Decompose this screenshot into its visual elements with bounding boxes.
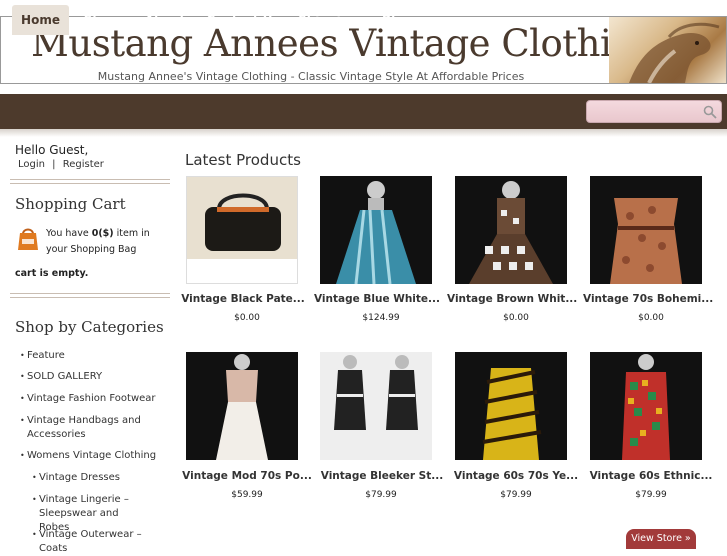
product-image[interactable] [186,352,298,460]
shopping-cart-heading: Shopping Cart [15,195,126,213]
latest-products-heading: Latest Products [185,151,301,169]
site-tagline: Mustang Annee's Vintage Clothing - Class… [97,70,525,83]
bullet-icon: • [32,495,37,504]
nav-shadow [0,129,727,137]
nav-shipping[interactable]: Shipping [293,5,363,35]
product-name[interactable]: Vintage Black Pate... [178,293,308,305]
cart-status: cart is empty. [15,268,89,279]
category-item[interactable]: • SOLD GALLERY [20,370,167,384]
category-item[interactable]: • Vintage Fashion Footwear [20,392,167,406]
divider [10,293,170,298]
cart-summary: You have 0($) item in your Shopping Bag [46,226,171,258]
bullet-icon: • [20,351,25,360]
nav-store[interactable]: Store [76,5,128,35]
product-price: $79.99 [635,490,667,500]
search-icon[interactable] [703,105,717,119]
product-price: $59.99 [231,490,263,500]
shopping-bag-icon[interactable] [17,225,39,251]
product-image[interactable] [186,176,298,284]
product-name[interactable]: Vintage 60s 70s Ye... [451,470,581,482]
product-image[interactable] [320,176,432,284]
nav-blog[interactable]: Blog [372,5,422,35]
product-price: $79.99 [365,490,397,500]
product-image[interactable] [590,176,702,284]
bullet-icon: • [20,416,25,425]
auth-links: Login | Register [18,159,104,170]
nav-contact-us[interactable]: Contact Us [202,5,284,35]
search-box[interactable] [586,100,722,123]
product-image[interactable] [455,352,567,460]
cart-count: 0($) [91,228,114,239]
subcategory-item[interactable]: • Vintage Dresses [32,471,169,485]
search-input[interactable] [591,103,705,122]
nav-home[interactable]: Home [12,5,69,35]
auth-separator: | [52,159,56,170]
product-price: $124.99 [362,313,400,323]
greeting: Hello Guest, [15,143,89,157]
product-price: $0.00 [503,313,529,323]
product-name[interactable]: Vintage 60s Ethnic... [586,470,716,482]
cart-text-prefix: You have [46,228,92,239]
product-name[interactable]: Vintage Brown Whit... [447,293,577,305]
bullet-icon: • [20,394,25,403]
bullet-icon: • [32,473,37,482]
subcategory-item[interactable]: • Vintage Outerwear – Coats [32,528,169,556]
bullet-icon: • [20,451,25,460]
bullet-icon: • [32,530,37,539]
product-image[interactable] [455,176,567,284]
product-name[interactable]: Vintage 70s Bohemi... [583,293,713,305]
horse-logo-image [609,17,726,83]
category-item[interactable]: • Womens Vintage Clothing [20,449,167,463]
product-name[interactable]: Vintage Mod 70s Po... [182,470,312,482]
product-price: $0.00 [638,313,664,323]
product-image[interactable] [320,352,432,460]
product-price: $79.99 [500,490,532,500]
categories-heading: Shop by Categories [15,318,164,336]
view-store-button[interactable]: View Store » [626,529,696,549]
product-price: $0.00 [234,313,260,323]
register-link[interactable]: Register [63,159,104,170]
product-name[interactable]: Vintage Blue White... [312,293,442,305]
bullet-icon: • [20,372,25,381]
category-item[interactable]: • Feature [20,349,167,363]
login-link[interactable]: Login [18,159,45,170]
divider [10,179,170,184]
sidebar: Hello Guest, Login | Register Shopping C… [0,137,172,554]
product-image[interactable] [590,352,702,460]
category-item[interactable]: • Vintage Handbags and Accessories [20,414,142,442]
nav-about[interactable]: About [137,5,193,35]
product-name[interactable]: Vintage Bleeker St... [317,470,447,482]
